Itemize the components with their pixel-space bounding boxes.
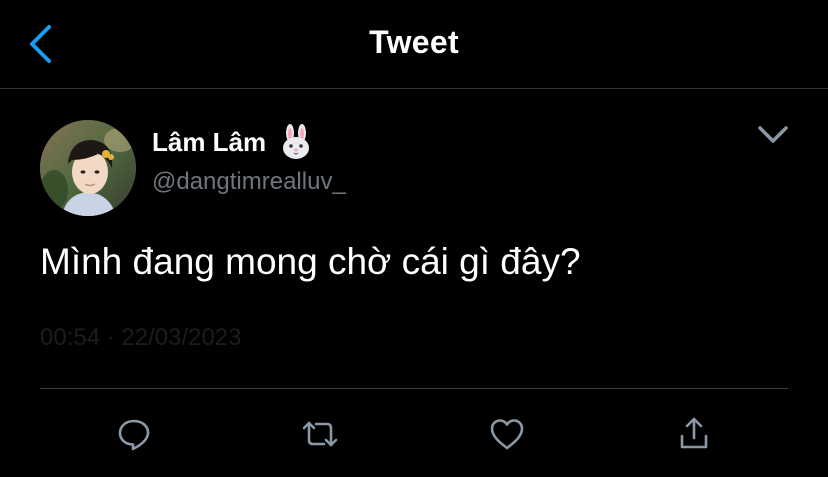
retweet-icon (302, 421, 338, 447)
like-button[interactable] (485, 412, 529, 456)
author-handle[interactable]: @dangtimrealluv_ (152, 168, 346, 196)
page-title: Tweet (369, 24, 459, 60)
top-navigation-bar: Tweet (0, 0, 828, 89)
heart-icon (490, 419, 524, 450)
tweet-menu-button[interactable] (754, 116, 792, 154)
chevron-down-icon (758, 126, 788, 143)
author-display-name[interactable]: Lâm Lâm (152, 127, 266, 158)
rabbit-face-emoji-icon (283, 124, 310, 159)
avatar[interactable] (40, 120, 136, 216)
avatar-portrait-image (40, 120, 136, 216)
retweet-button[interactable] (298, 412, 342, 456)
divider (40, 388, 788, 389)
tweet-timestamp[interactable]: 00:54 · 22/03/2023 (40, 324, 242, 352)
share-icon (680, 417, 708, 449)
share-button[interactable] (672, 412, 716, 456)
reply-button[interactable] (112, 412, 156, 456)
author-name-row: Lâm Lâm (152, 122, 314, 162)
tweet-text: Mình đang mong chờ cái gì đây? (40, 241, 581, 282)
reply-icon (118, 419, 150, 451)
